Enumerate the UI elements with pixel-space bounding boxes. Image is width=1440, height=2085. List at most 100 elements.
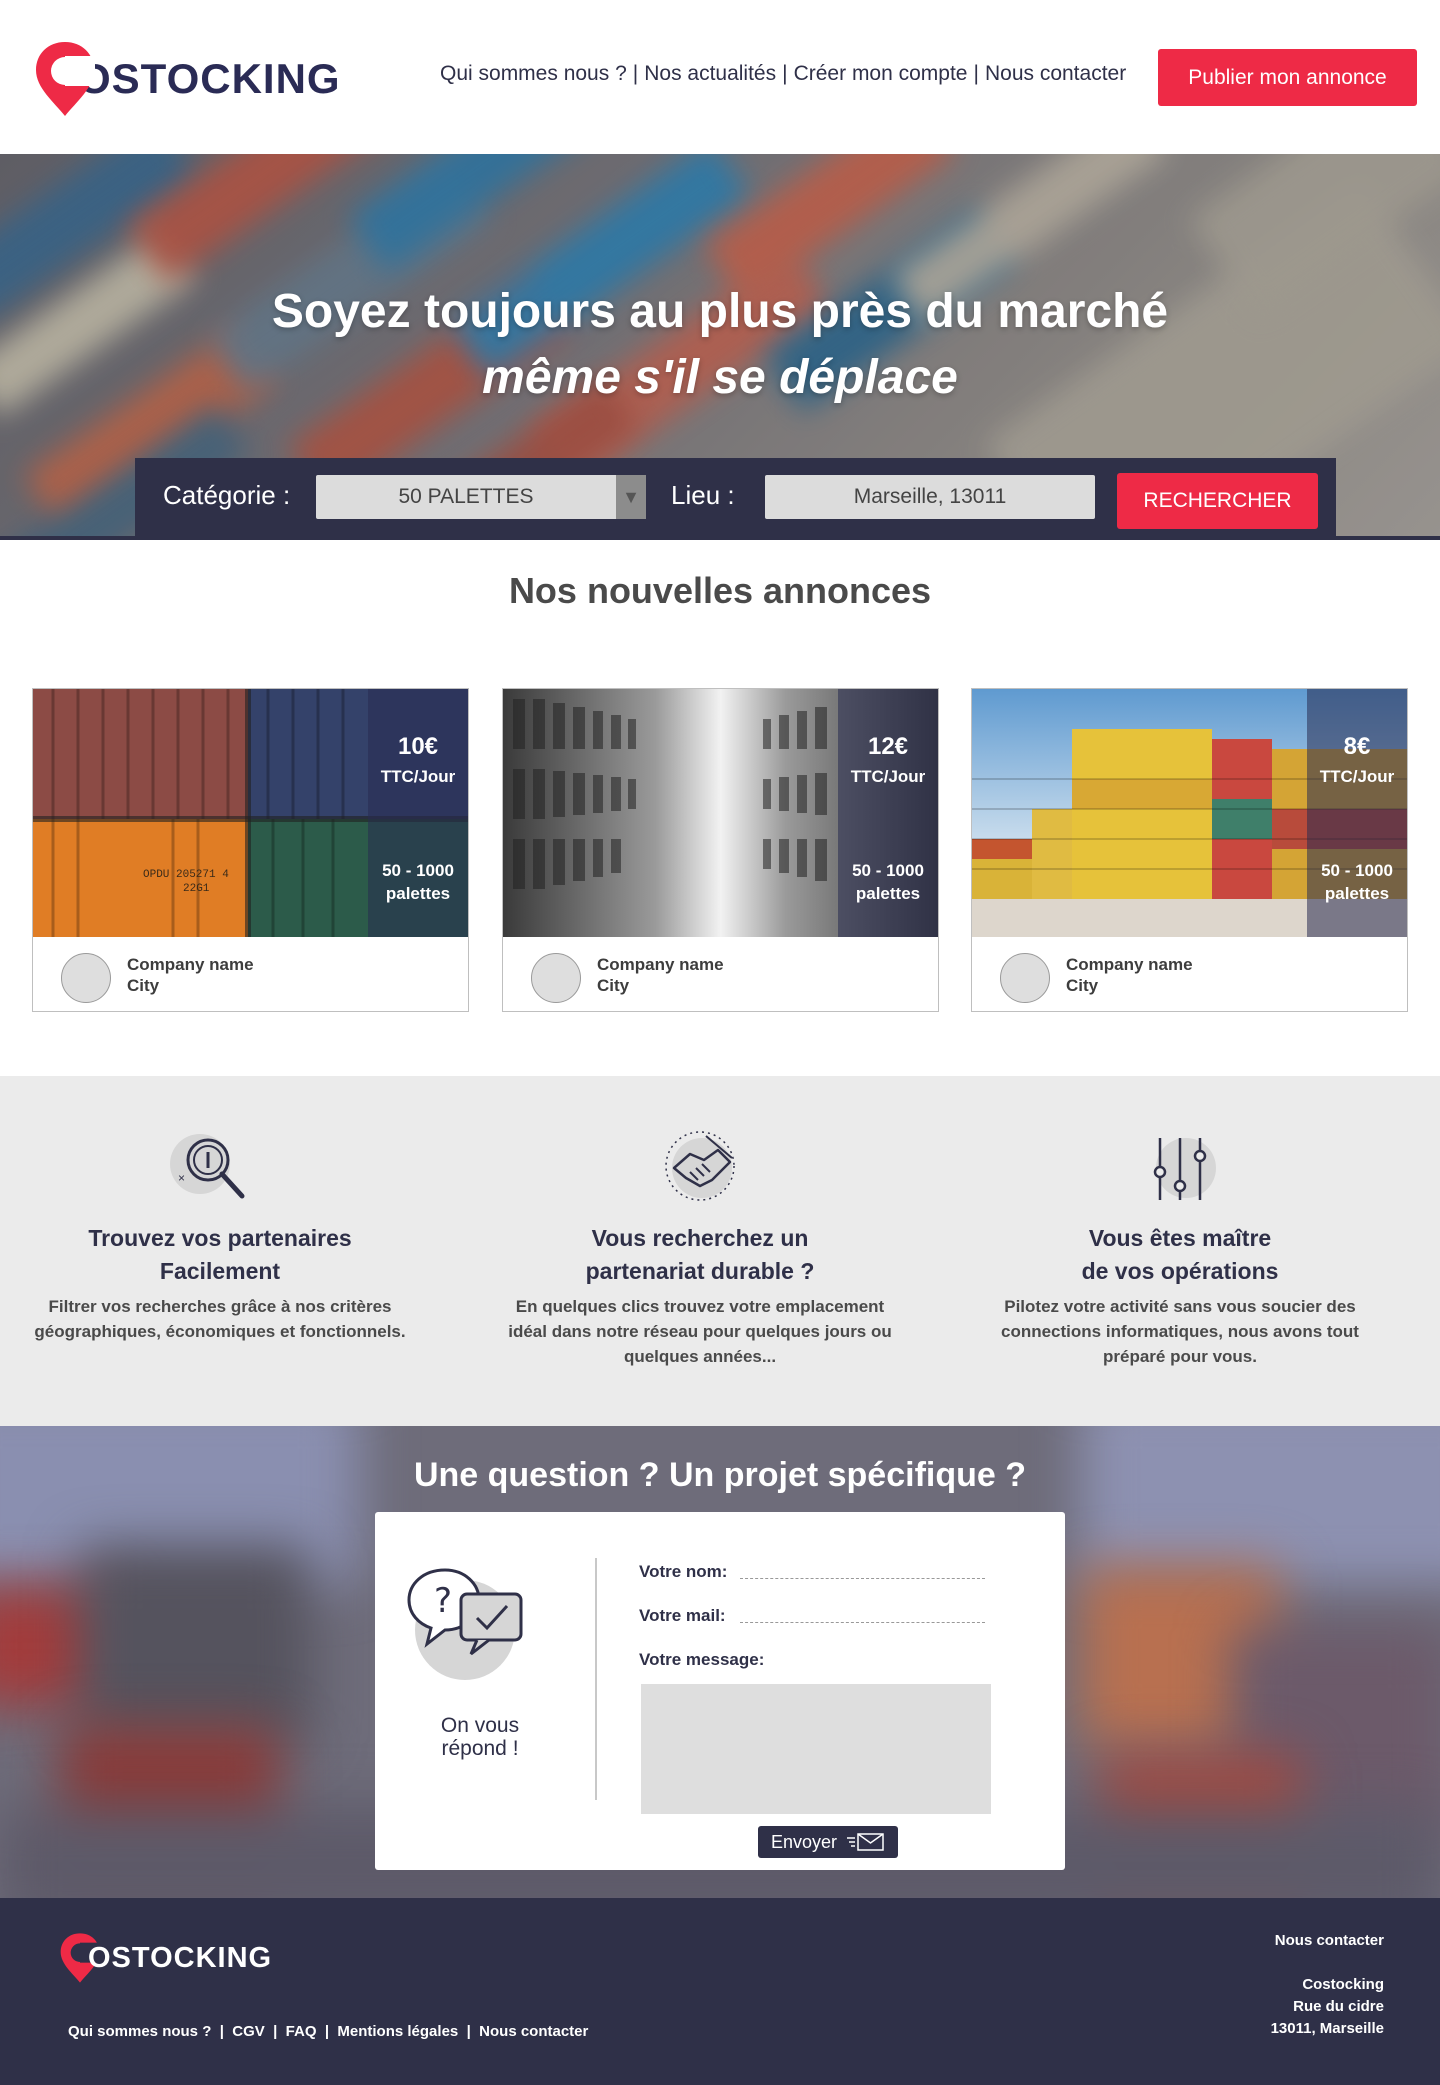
feature-description-line: Pilotez votre activité sans vous soucier… [1004, 1297, 1356, 1316]
footer-brand-name: OSTOCKING [88, 1941, 273, 1974]
feature-title: Vous recherchez un partenariat durable ? [480, 1222, 920, 1288]
contact-answer-text: On vous répond ! [420, 1714, 540, 1760]
publish-ad-button[interactable]: Publier mon annonce [1158, 49, 1417, 106]
contact-answer-line: On vous [440, 1714, 520, 1737]
mail-input[interactable] [740, 1600, 985, 1622]
site-footer: OSTOCKING Qui sommes nous ? | CGV | FAQ … [0, 1898, 1440, 2085]
name-label: Votre nom: [639, 1562, 728, 1581]
search-magnifier-icon: × [170, 1134, 245, 1199]
ad-card[interactable]: OPDU 205271 4 22G1 10€ TTC/Jour 50 - 100… [32, 688, 469, 1012]
message-label: Votre message: [639, 1650, 765, 1669]
nav-separator: | [632, 62, 639, 85]
company-avatar [61, 953, 111, 1003]
feature-title-line: Vous êtes maître [1088, 1225, 1272, 1251]
company-city: City [127, 976, 160, 995]
footer-link-cgv[interactable]: CGV [232, 2023, 265, 2040]
company-avatar [1000, 953, 1050, 1003]
name-field-underline [740, 1578, 985, 1579]
form-divider [595, 1558, 597, 1800]
hero-title: Soyez toujours au plus près du marché [271, 285, 1169, 338]
ad-price: 8€ [1343, 733, 1371, 760]
footer-city: 13011, Marseille [1270, 2020, 1384, 2037]
company-name: Company name [127, 955, 254, 974]
feature-title-line: Facilement [159, 1258, 281, 1284]
ad-capacity: 50 - 1000 palettes [368, 859, 468, 905]
handshake-icon [665, 1131, 735, 1201]
nav-news[interactable]: Nos actualités [644, 62, 776, 86]
feature-title-line: partenariat durable ? [585, 1258, 815, 1284]
company-city: City [597, 976, 630, 995]
ad-price-unit: TTC/Jour [1319, 767, 1395, 786]
footer-contact-info: Nous contacter Costocking Rue du cidre 1… [1271, 1930, 1384, 2040]
nav-separator: | [782, 62, 788, 85]
site-header: OSTOCKING Qui sommes nous ? | Nos actual… [0, 0, 1440, 154]
logo-pin-icon [36, 42, 95, 116]
category-select-value: 50 PALETTES [398, 485, 534, 508]
location-input[interactable] [765, 475, 1095, 519]
footer-separator: | [215, 2023, 229, 2040]
ad-price: 10€ [397, 733, 439, 760]
ad-card[interactable]: 12€ TTC/Jour 50 - 1000 palettes Company … [502, 688, 939, 1012]
envelope-icon [847, 1833, 884, 1851]
ad-capacity-range: 50 - 1000 [1321, 861, 1393, 880]
category-label: Catégorie : [163, 480, 291, 510]
feature-description-line: préparé pour vous. [1103, 1347, 1257, 1366]
feature-description: Filtrer vos recherches grâce à nos critè… [0, 1294, 440, 1344]
nav-contact[interactable]: Nous contacter [985, 62, 1126, 86]
hero-divider [0, 536, 1440, 540]
footer-link-about[interactable]: Qui sommes nous ? [68, 2023, 211, 2040]
location-label: Lieu : [671, 480, 735, 510]
footer-separator: | [320, 2023, 334, 2040]
feature-description-line: Filtrer vos recherches grâce à nos critè… [48, 1297, 392, 1316]
new-ads-title: Nos nouvelles annonces [508, 570, 932, 611]
feature-title: Trouvez vos partenaires Facilement [0, 1222, 440, 1288]
brand-logo[interactable]: OSTOCKING [32, 38, 341, 120]
svg-text:OPDU 205271 4: OPDU 205271 4 [143, 869, 229, 881]
feature-description: Pilotez votre activité sans vous soucier… [960, 1294, 1400, 1369]
feature-description-line: connections informatiques, nous avons to… [1001, 1322, 1359, 1341]
contact-section: Une question ? Un projet spécifique ? ? … [0, 1426, 1440, 1898]
send-button-label: Envoyer [770, 1831, 838, 1852]
footer-contact-title[interactable]: Nous contacter [1271, 1930, 1384, 1952]
ad-capacity-unit: palettes [1324, 884, 1390, 903]
footer-street: Rue du cidre [1293, 1998, 1384, 2015]
footer-link-legal[interactable]: Mentions légales [337, 2023, 458, 2040]
feature-description-line: En quelques clics trouvez votre emplacem… [515, 1297, 885, 1316]
feature-title: Vous êtes maître de vos opérations [960, 1222, 1400, 1288]
category-select[interactable]: 50 PALETTES ▼ [316, 475, 646, 519]
footer-separator: | [462, 2023, 475, 2040]
ad-capacity-range: 50 - 1000 [382, 861, 454, 880]
contact-answer-line: répond ! [441, 1737, 519, 1760]
ad-price-unit: TTC/Jour [850, 767, 926, 786]
company-name: Company name [597, 955, 724, 974]
feature-description: En quelques clics trouvez votre emplacem… [480, 1294, 920, 1369]
main-nav: Qui sommes nous ? | Nos actualités | Cré… [440, 62, 1126, 86]
footer-link-contact[interactable]: Nous contacter [479, 2023, 588, 2040]
message-textarea[interactable] [641, 1684, 991, 1814]
feature-title-line: Trouvez vos partenaires [88, 1225, 352, 1251]
send-button[interactable]: Envoyer [758, 1826, 898, 1858]
feature-description-line: idéal dans notre réseau pour quelques jo… [508, 1322, 892, 1341]
ad-card[interactable]: 8€ TTC/Jour 50 - 1000 palettes Company n… [971, 688, 1408, 1012]
feature-title-line: Vous recherchez un [591, 1225, 809, 1251]
ad-price: 12€ [867, 733, 909, 760]
name-input[interactable] [740, 1556, 985, 1578]
footer-logo[interactable]: OSTOCKING [58, 1930, 272, 1986]
footer-link-faq[interactable]: FAQ [286, 2023, 317, 2040]
sliders-icon [1153, 1138, 1216, 1200]
feature-description-line: quelques années... [623, 1347, 777, 1366]
contact-form: ? On vous répond ! Votre nom: Votre mail… [375, 1512, 1065, 1870]
feature-title-line: de vos opérations [1081, 1258, 1279, 1284]
footer-nav: Qui sommes nous ? | CGV | FAQ | Mentions… [68, 2023, 588, 2040]
ad-capacity-unit: palettes [385, 884, 451, 903]
ad-capacity: 50 - 1000 palettes [838, 859, 938, 905]
nav-about[interactable]: Qui sommes nous ? [440, 62, 627, 86]
hero-subtitle: même s'il se déplace [482, 351, 958, 404]
company-avatar [531, 953, 581, 1003]
mail-field-underline [740, 1622, 985, 1623]
nav-create-account[interactable]: Créer mon compte [794, 62, 968, 86]
brand-name: OSTOCKING [78, 55, 341, 102]
company-city: City [1066, 976, 1099, 995]
svg-text:×: × [178, 1171, 185, 1185]
search-button[interactable]: RECHERCHER [1117, 473, 1318, 529]
